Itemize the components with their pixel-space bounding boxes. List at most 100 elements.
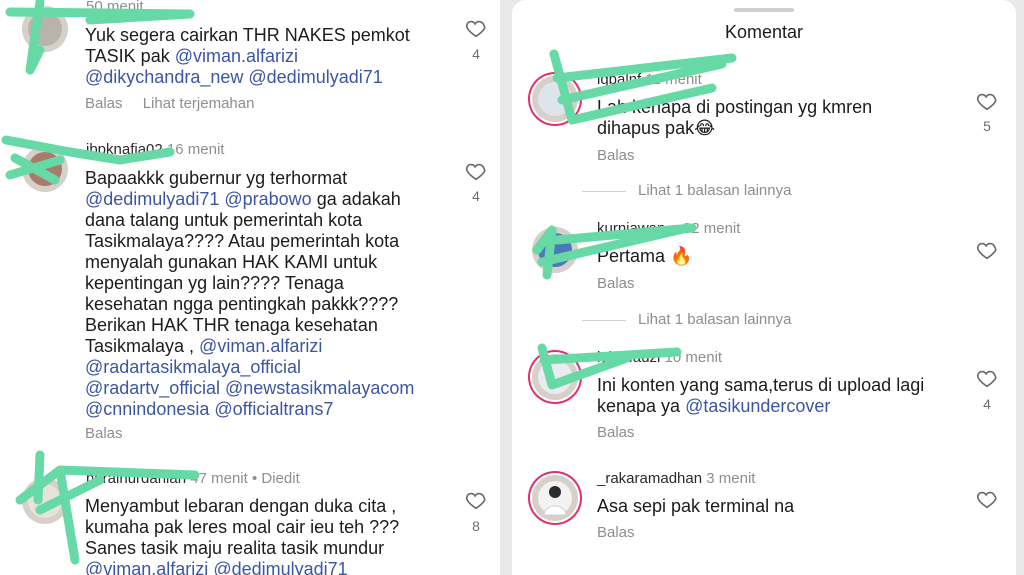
comment-text-segment: dihapus pak😂 [597,118,716,138]
mention-link[interactable]: @prabowo [224,189,311,209]
avatar[interactable] [532,354,578,400]
comment-text-segment: Berikan HAK THR tenaga kesehatan [85,315,378,335]
comment-username[interactable]: lelahfauzi [597,349,660,366]
reply-button[interactable]: Balas [597,424,635,441]
comment-text-segment: dana talang untuk pemerintah kota [85,210,363,230]
heart-icon[interactable] [465,17,487,39]
avatar[interactable] [532,76,578,122]
comments-sheet: Komentar iqbalnf 11 menit Lah kenapa di … [512,0,1016,575]
mention-link[interactable]: @radartv_official [85,378,220,398]
heart-icon[interactable] [976,239,998,261]
view-more-replies[interactable]: Lihat 1 balasan lainnya [582,311,791,328]
comment-line: Tasikmalaya , @viman.alfarizi [85,336,414,357]
comment-time: 10 menit [664,349,723,366]
comment-line: Ini konten yang sama,terus di upload lag… [597,375,924,396]
comment-line: kesehatan ngga pentingkah pakkk???? [85,294,414,315]
avatar[interactable] [22,146,68,192]
comment-text-segment: Sanes tasik maju realita tasik mundur [85,538,385,558]
comment-line: @cnnindonesia @officialtrans7 [85,399,414,420]
comment-text-segment: Lah kenapa di postingan yg kmren [597,97,873,117]
comment-username[interactable]: ibpknafia02 [86,141,163,158]
mention-link[interactable]: @cnnindonesia [85,399,209,419]
avatar[interactable] [22,478,68,524]
comment-time: 47 menit [190,470,248,487]
comment-line: @radartv_official @newstasikmalayacom [85,378,414,399]
like-count: 4 [472,46,480,62]
drag-handle[interactable] [734,8,794,12]
mention-link[interactable]: @tasikundercover [685,396,830,416]
comment-text-segment: Tasikmalaya???? Atau pemerintah kota [85,231,400,251]
comment-line: @dikychandra_new @dedimulyadi71 [85,67,410,88]
mention-link[interactable]: @dedimulyadi71 [248,67,382,87]
comment-line: Berikan HAK THR tenaga kesehatan [85,315,414,336]
comment-text: Bapaakkk gubernur yg terhormat @dedimulya… [85,168,414,420]
comment-line: Yuk segera cairkan THR NAKES pemkot [85,25,410,46]
heart-icon[interactable] [976,488,998,510]
comment-line: kumaha pak leres moal cair ieu teh ??? [85,517,399,538]
mention-link[interactable]: @viman.alfarizi [175,46,298,66]
comment-text: Pertama 🔥 [597,246,692,267]
comment-line: TASIK pak @viman.alfarizi [85,46,410,67]
person-silhouette-icon [543,486,567,515]
like-count: 4 [983,396,991,412]
left-comments-panel: 50 menit Yuk segera cairkan THR NAKES pe… [0,0,500,575]
avatar[interactable] [532,475,578,521]
comment-time: 16 menit [166,141,225,158]
mention-link[interactable]: @newstasikmalayacom [225,378,414,398]
comment-text-segment: kenapa ya [597,396,686,416]
comment-text: Ini konten yang sama,terus di upload lag… [597,375,924,417]
mention-link[interactable]: @officialtrans7 [214,399,333,419]
comment-text-segment: kesehatan ngga pentingkah pakkk???? [85,294,399,314]
heart-icon[interactable] [976,90,998,112]
comment-text: Yuk segera cairkan THR NAKES pemkot TASIK… [85,25,410,88]
heart-icon[interactable] [976,367,998,389]
reply-button[interactable]: Balas [85,425,123,442]
comment-text: Lah kenapa di postingan yg kmren dihapus … [597,97,872,139]
like-count: 4 [472,188,480,204]
comment-line: dana talang untuk pemerintah kota [85,210,414,231]
sheet-title: Komentar [724,22,804,42]
panel-gap [500,0,512,575]
like-count: 8 [472,518,480,534]
mention-link[interactable]: @dedimulyadi71 [213,559,347,575]
avatar[interactable] [22,6,68,52]
see-translation-button[interactable]: Lihat terjemahan [143,95,255,112]
comment-username[interactable]: iqbalnf [597,71,641,88]
comment-text-segment: Yuk segera cairkan THR NAKES pemkot [85,25,410,45]
reply-button[interactable]: Balas [597,147,635,164]
comment-text: Asa sepi pak terminal na [597,496,794,517]
comment-line: Menyambut lebaran dengan duka cita , [85,496,399,517]
mention-link[interactable]: @dikychandra_new [85,67,243,87]
comment-text-segment: kepentingan yg lain???? Tenaga [85,273,344,293]
view-more-replies[interactable]: Lihat 1 balasan lainnya [582,182,791,199]
avatar[interactable] [532,227,578,273]
mention-link[interactable]: @viman.alfarizi [85,559,208,575]
comment-username[interactable]: nurainurdaniah [86,470,186,487]
comment-text-segment: Bapaakkk gubernur yg terhormat [85,168,348,188]
like-count: 5 [983,118,991,134]
comment-time: 11 menit [645,71,702,88]
comment-line: Bapaakkk gubernur yg terhormat [85,168,414,189]
redaction-scribble [532,49,737,390]
comment-line: Lah kenapa di postingan yg kmren [597,97,872,118]
heart-icon[interactable] [465,160,487,182]
comment-username[interactable]: _rakaramadhan [597,470,702,487]
comment-line: Pertama 🔥 [597,246,692,267]
comment-line: dihapus pak😂 [597,118,872,139]
comment-line: kenapa ya @tasikundercover [597,396,924,417]
comment-text-segment: Menyambut lebaran dengan duka cita , [85,496,397,516]
comment-line: Tasikmalaya???? Atau pemerintah kota [85,231,414,252]
reply-button[interactable]: Balas [597,524,635,541]
reply-button[interactable]: Balas [597,275,635,292]
comment-text-segment: menyalah gunakan HAK KAMI untuk [85,252,378,272]
mention-link[interactable]: @radartasikmalaya_official [85,357,301,377]
edited-label: • Diedit [251,470,300,487]
comment-time: 32 menit [682,220,741,237]
comment-username[interactable]: kurniawan_r [597,220,679,237]
comment-text-segment: TASIK pak [85,46,175,66]
reply-button[interactable]: Balas [85,95,123,112]
mention-link[interactable]: @dedimulyadi71 [85,189,219,209]
heart-icon[interactable] [465,489,487,511]
comment-line: @radartasikmalaya_official [85,357,414,378]
mention-link[interactable]: @viman.alfarizi [199,336,322,356]
